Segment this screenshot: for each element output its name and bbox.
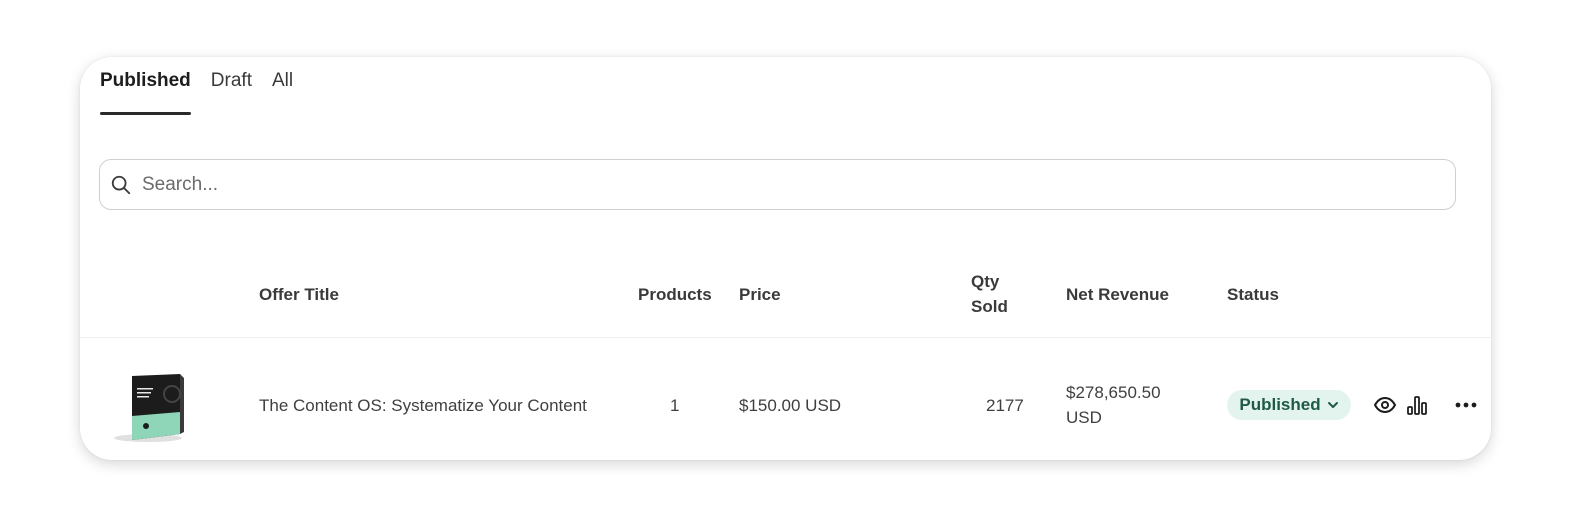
- row-net-revenue-line2: USD: [1066, 408, 1102, 427]
- header-price: Price: [739, 285, 781, 304]
- header-qty-sold-line2: Sold: [971, 297, 1008, 316]
- header-products: Products: [638, 285, 712, 304]
- row-products: 1: [670, 396, 680, 415]
- search-input[interactable]: [140, 172, 1344, 197]
- bar-chart-icon[interactable]: [1405, 393, 1429, 417]
- row-price: $150.00 USD: [739, 396, 842, 415]
- chevron-down-icon: [1327, 402, 1338, 408]
- tab-bar: Published Draft All: [100, 67, 293, 115]
- offers-card: Published Draft All Offer Title Products…: [80, 57, 1491, 460]
- header-divider: [80, 337, 1491, 338]
- row-net-revenue-line1: $278,650.50: [1066, 383, 1161, 402]
- offer-thumbnail[interactable]: [106, 370, 186, 444]
- search-box[interactable]: [99, 159, 1456, 210]
- row-offer-title[interactable]: The Content OS: Systematize Your Content: [259, 393, 587, 418]
- tab-draft[interactable]: Draft: [211, 67, 252, 115]
- search-icon: [111, 175, 131, 194]
- tab-all[interactable]: All: [272, 67, 293, 115]
- more-icon[interactable]: [1454, 393, 1478, 417]
- row-qty-sold: 2177: [986, 396, 1024, 415]
- eye-icon[interactable]: [1373, 393, 1397, 417]
- tab-published[interactable]: Published: [100, 67, 191, 115]
- status-label: Published: [1239, 395, 1321, 414]
- header-status: Status: [1227, 285, 1279, 304]
- header-net-revenue: Net Revenue: [1066, 285, 1169, 304]
- header-offer-title: Offer Title: [259, 285, 339, 304]
- status-dropdown[interactable]: Published: [1227, 390, 1351, 420]
- header-qty-sold-line1: Qty: [971, 272, 1000, 291]
